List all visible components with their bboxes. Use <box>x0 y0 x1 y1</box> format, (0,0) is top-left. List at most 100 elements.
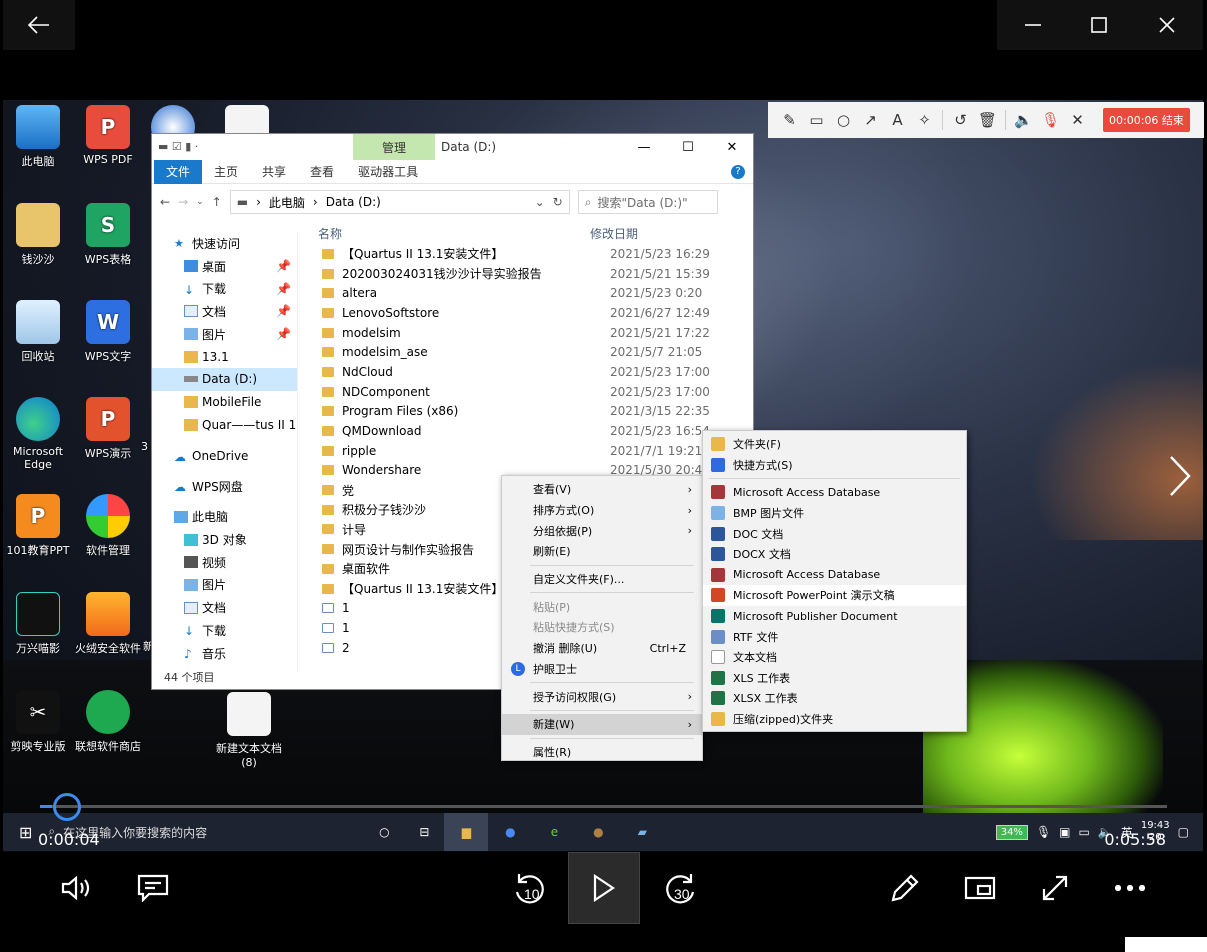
menu-item-view[interactable]: 查看(V) › <box>502 479 702 500</box>
arrow-icon[interactable]: ↗ <box>857 105 884 135</box>
maximize-button[interactable] <box>1063 0 1135 50</box>
fullscreen-button[interactable] <box>1030 852 1080 924</box>
text-icon[interactable]: A <box>884 105 911 135</box>
submenu-item-powerpoint[interactable]: Microsoft PowerPoint 演示文稿 <box>703 585 966 606</box>
nav-item-downloads-2[interactable]: ↓ 下载 <box>152 619 297 642</box>
submenu-item-publisher[interactable]: Microsoft Publisher Document <box>703 606 966 627</box>
play-button[interactable] <box>568 852 640 924</box>
nav-item-wps-cloud[interactable]: ☁ WPS网盘 <box>152 475 297 498</box>
menu-item-sort[interactable]: 排序方式(O) › <box>502 500 702 521</box>
subtitles-button[interactable] <box>128 852 178 924</box>
help-icon[interactable]: ? <box>731 164 745 179</box>
file-row[interactable]: NDComponent 2021/5/23 17:00 <box>312 382 742 402</box>
nav-item-onedrive[interactable]: ☁ OneDrive <box>152 444 297 467</box>
desktop-icon-edge[interactable]: Microsoft Edge <box>3 397 73 471</box>
file-row[interactable]: Program Files (x86) 2021/3/15 22:35 <box>312 402 742 422</box>
battery-indicator[interactable]: 34% <box>995 824 1028 840</box>
nav-item-quartus[interactable]: Quar——tus II 1 <box>152 414 297 437</box>
desktop-icon-new-text-doc[interactable]: 新建文本文档 (8) <box>211 692 287 769</box>
minimize-button[interactable]: — <box>622 134 666 160</box>
file-row[interactable]: ripple 2021/7/1 19:21 <box>312 441 742 461</box>
task-view-icon[interactable]: ○ <box>364 825 404 839</box>
seek-bar[interactable] <box>40 805 1167 808</box>
quick-access-toolbar[interactable]: ▬ ☑ ▮ · <box>158 140 198 153</box>
submenu-item-access-db-2[interactable]: Microsoft Access Database <box>703 565 966 586</box>
file-row[interactable]: 【Quartus II 13.1安装文件】 2021/5/23 16:29 <box>312 244 742 264</box>
desktop-icon-101ppt[interactable]: P 101教育PPT <box>3 494 73 558</box>
desktop-icon-wps-slides[interactable]: P WPS演示 <box>73 397 143 461</box>
tab-drive-tools[interactable]: 驱动器工具 <box>346 163 430 180</box>
nav-item-music[interactable]: ♪ 音乐 <box>152 642 297 665</box>
desktop-icon-user[interactable]: 钱沙沙 <box>3 203 73 267</box>
miniview-button[interactable] <box>955 852 1005 924</box>
file-row[interactable]: modelsim 2021/5/21 17:22 <box>312 323 742 343</box>
rectangle-icon[interactable]: ▭ <box>803 105 830 135</box>
app-taskbar-icon[interactable]: ▰ <box>620 825 664 839</box>
windows-start-icon[interactable]: ⊞ <box>19 823 32 842</box>
breadcrumb[interactable]: ▬ › 此电脑 › Data (D:) ⌄ ↻ <box>229 190 570 214</box>
close-button[interactable]: ✕ <box>710 134 754 160</box>
tab-share[interactable]: 共享 <box>250 163 298 180</box>
menu-item-new[interactable]: 新建(W) › <box>502 713 702 735</box>
submenu-item-zip[interactable]: 压缩(zipped)文件夹 <box>703 709 966 730</box>
chevron-down-icon[interactable]: ⌄ <box>535 195 545 209</box>
nav-item-desktop[interactable]: 桌面 📌 <box>152 255 297 278</box>
maximize-button[interactable]: ☐ <box>666 134 710 160</box>
next-arrow-icon[interactable] <box>1169 455 1191 497</box>
mic-icon[interactable]: 🎙 <box>1036 825 1051 839</box>
column-header-date[interactable]: 修改日期 <box>590 225 638 242</box>
submenu-item-xls[interactable]: XLS 工作表 <box>703 668 966 689</box>
submenu-item-doc[interactable]: DOC 文档 <box>703 523 966 544</box>
skip-back-button[interactable]: 10 <box>503 852 555 924</box>
volume-button[interactable] <box>52 852 102 924</box>
desktop-icon-software-manager[interactable]: 软件管理 <box>73 494 143 558</box>
tab-view[interactable]: 查看 <box>298 163 346 180</box>
minimize-button[interactable] <box>997 0 1069 50</box>
submenu-item-xlsx[interactable]: XLSX 工作表 <box>703 688 966 709</box>
speaker-icon[interactable]: 🔈 <box>1010 105 1037 135</box>
chevron-down-icon[interactable]: ⌄ <box>196 197 204 207</box>
menu-item-paste[interactable]: 粘贴(P) <box>502 596 702 617</box>
seek-handle[interactable] <box>53 793 81 821</box>
desktop-icon-recycle-bin[interactable]: 回收站 <box>3 300 73 364</box>
stop-recording-button[interactable]: 00:00:06 结束 <box>1103 108 1190 132</box>
menu-item-customize-folder[interactable]: 自定义文件夹(F)... <box>502 569 702 590</box>
submenu-item-access-db[interactable]: Microsoft Access Database <box>703 482 966 503</box>
pen-icon[interactable]: ✎ <box>776 105 803 135</box>
file-row[interactable]: modelsim_ase 2021/5/7 21:05 <box>312 342 742 362</box>
notification-icon[interactable]: ▢ <box>1178 825 1189 839</box>
submenu-item-shortcut[interactable]: 快捷方式(S) <box>703 455 966 476</box>
tab-file[interactable]: 文件 <box>154 159 203 184</box>
nav-item-videos[interactable]: 视频 <box>152 551 297 574</box>
mic-off-icon[interactable]: 🎙 <box>1037 105 1064 135</box>
desktop-icon-wps-pdf[interactable]: P WPS PDF <box>73 105 143 166</box>
forward-icon[interactable]: → <box>178 195 188 209</box>
battery-icon[interactable]: ▭ <box>1079 825 1090 839</box>
nav-item-pictures-2[interactable]: 图片 <box>152 574 297 597</box>
nav-item-13-1[interactable]: 13.1 <box>152 345 297 368</box>
tab-home[interactable]: 主页 <box>202 163 250 180</box>
eye-guard-taskbar-icon[interactable]: ● <box>488 825 532 839</box>
desktop-icon-huorong[interactable]: 火绒安全软件 <box>73 592 143 656</box>
file-row[interactable]: altera 2021/5/23 0:20 <box>312 283 742 303</box>
file-row[interactable]: NdCloud 2021/5/23 17:00 <box>312 362 742 382</box>
file-explorer-taskbar-icon[interactable]: ▆ <box>444 813 489 851</box>
avatar-app-icon[interactable]: ● <box>576 825 620 839</box>
submenu-item-text[interactable]: 文本文档 <box>703 647 966 668</box>
close-button[interactable] <box>1131 0 1203 50</box>
pin-icon[interactable]: 📌 <box>276 282 291 296</box>
menu-item-properties[interactable]: 属性(R) <box>502 742 702 763</box>
desktop-icon-this-pc[interactable]: 此电脑 <box>3 105 73 169</box>
refresh-icon[interactable]: ↻ <box>553 195 563 209</box>
nav-item-pictures[interactable]: 图片 📌 <box>152 323 297 346</box>
nav-item-documents[interactable]: 文档 📌 <box>152 300 297 323</box>
edit-button[interactable] <box>880 852 930 924</box>
file-row[interactable]: QMDownload 2021/5/23 16:54 <box>312 421 742 441</box>
menu-item-eye-guard[interactable]: L 护眼卫士 <box>502 659 702 680</box>
desktop-icon-wps-sheet[interactable]: S WPS表格 <box>73 203 143 267</box>
circle-icon[interactable]: ○ <box>830 105 857 135</box>
submenu-item-folder[interactable]: 文件夹(F) <box>703 434 966 455</box>
breadcrumb-item[interactable]: Data (D:) <box>326 195 381 209</box>
menu-item-refresh[interactable]: 刷新(E) <box>502 541 702 562</box>
search-input[interactable]: ⌕ 搜索"Data (D:)" <box>577 190 718 214</box>
